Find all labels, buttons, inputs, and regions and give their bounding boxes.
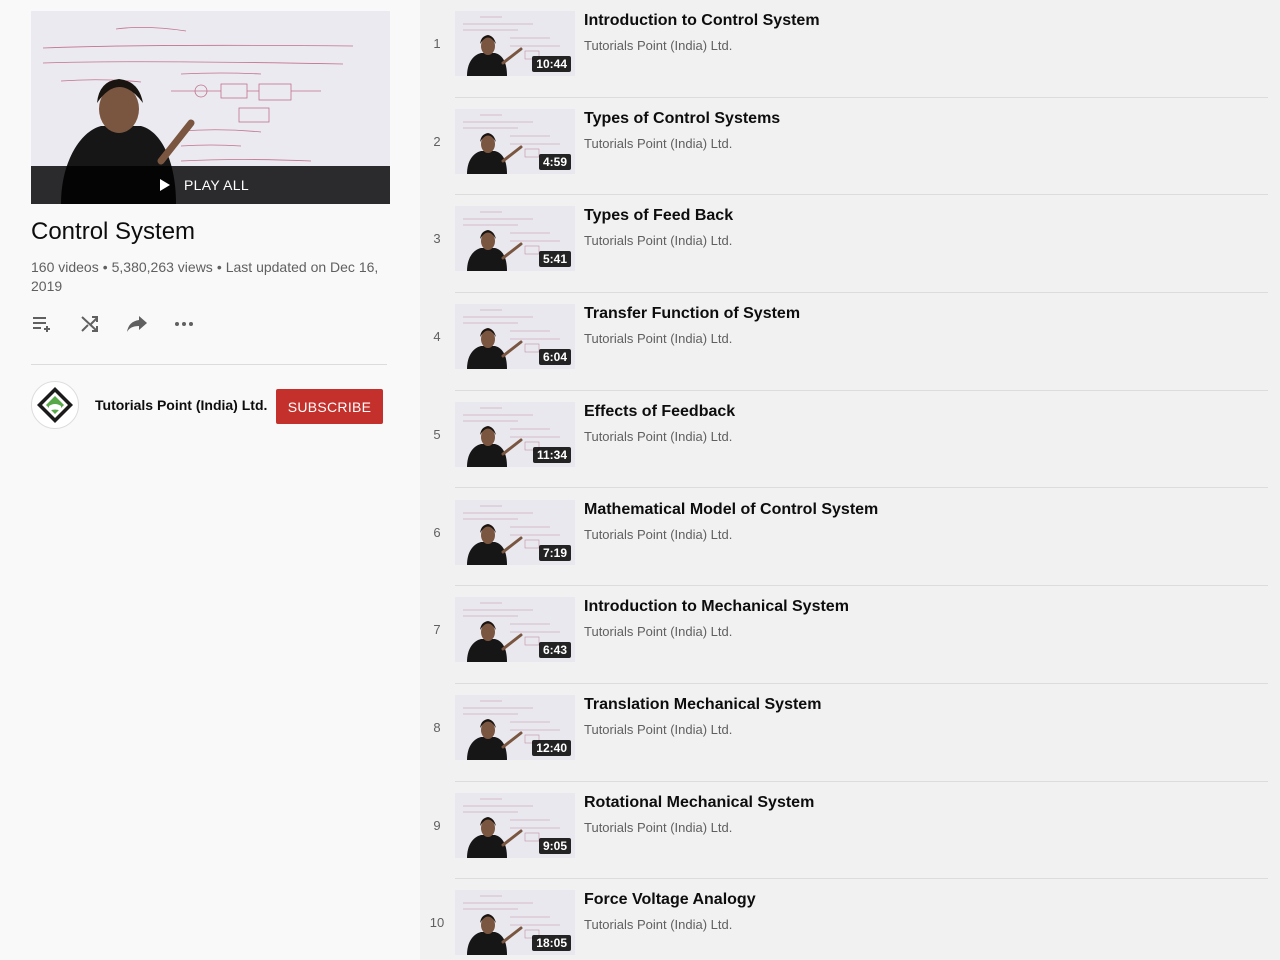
- video-index: 3: [433, 231, 441, 247]
- playlist-video-row[interactable]: 8 12:40 Translation Mechanical System Tu…: [420, 684, 1280, 782]
- playlist-video-row[interactable]: 6 7:19 Mathematical Model of Control Sys…: [420, 489, 1280, 587]
- video-index: 10: [429, 915, 445, 931]
- playlist-video-row[interactable]: 1 10:44 Introduction to Control System T…: [420, 0, 1280, 98]
- video-duration: 7:19: [538, 544, 571, 561]
- play-icon: [160, 179, 171, 191]
- video-index: 6: [433, 524, 441, 540]
- playlist-owner: Tutorials Point (India) Ltd. SUBSCRIBE: [31, 381, 387, 429]
- video-duration: 9:05: [538, 837, 571, 854]
- playlist-video-row[interactable]: 9 9:05 Rotational Mechanical System Tuto…: [420, 782, 1280, 880]
- video-index: 8: [433, 719, 441, 735]
- video-channel-name[interactable]: Tutorials Point (India) Ltd.: [584, 624, 732, 639]
- video-thumbnail[interactable]: 18:05: [455, 890, 575, 956]
- video-channel-name[interactable]: Tutorials Point (India) Ltd.: [584, 331, 732, 346]
- video-title[interactable]: Force Voltage Analogy: [584, 891, 756, 909]
- video-channel-name[interactable]: Tutorials Point (India) Ltd.: [584, 429, 732, 444]
- video-thumbnail[interactable]: 10:44: [455, 11, 575, 76]
- video-channel-name[interactable]: Tutorials Point (India) Ltd.: [584, 527, 732, 542]
- video-thumbnail[interactable]: 5:41: [455, 206, 575, 272]
- video-title[interactable]: Introduction to Control System: [584, 12, 820, 30]
- shuffle-icon[interactable]: [78, 312, 102, 336]
- video-duration: 12:40: [532, 739, 571, 756]
- playlist-sidebar: PLAY ALL Control System 160 videos • 5,380…: [0, 0, 420, 960]
- video-channel-name[interactable]: Tutorials Point (India) Ltd.: [584, 722, 732, 737]
- video-thumbnail[interactable]: 6:43: [455, 597, 575, 663]
- video-duration: 11:34: [532, 446, 571, 463]
- video-channel-name[interactable]: Tutorials Point (India) Ltd.: [584, 917, 732, 932]
- video-duration: 5:41: [538, 251, 571, 268]
- tutorialspoint-logo-icon: [37, 387, 73, 423]
- playlist-video-list: 1 10:44 Introduction to Control System T…: [420, 0, 1280, 960]
- playlist-actions: [31, 310, 219, 338]
- video-index: 5: [433, 426, 441, 442]
- more-icon[interactable]: [172, 312, 196, 336]
- video-index: 9: [433, 817, 441, 833]
- subscribe-button[interactable]: SUBSCRIBE: [276, 389, 383, 424]
- video-channel-name[interactable]: Tutorials Point (India) Ltd.: [584, 38, 732, 53]
- video-title[interactable]: Effects of Feedback: [584, 403, 735, 421]
- playlist-hero-thumbnail[interactable]: PLAY ALL: [31, 11, 390, 204]
- video-duration: 4:59: [538, 153, 571, 170]
- video-index: 7: [433, 622, 441, 638]
- video-thumbnail[interactable]: 11:34: [455, 401, 575, 467]
- video-duration: 6:43: [538, 642, 571, 659]
- video-title[interactable]: Types of Control Systems: [584, 110, 780, 128]
- video-duration: 10:44: [532, 56, 571, 72]
- video-thumbnail[interactable]: 7:19: [455, 499, 575, 565]
- video-title[interactable]: Rotational Mechanical System: [584, 794, 814, 812]
- play-all-button[interactable]: PLAY ALL: [31, 166, 390, 204]
- playlist-video-row[interactable]: 2 4:59 Types of Control Systems Tutorial…: [420, 98, 1280, 196]
- separator-dot: •: [216, 259, 222, 275]
- video-thumbnail[interactable]: 9:05: [455, 792, 575, 858]
- playlist-video-row[interactable]: 10 18:05 Force Voltage Analogy Tutorials…: [420, 879, 1280, 960]
- playlist-video-row[interactable]: 3 5:41 Types of Feed Back Tutorials Poin…: [420, 195, 1280, 294]
- playlist-title: Control System: [31, 218, 196, 245]
- channel-avatar[interactable]: [31, 381, 79, 429]
- video-title[interactable]: Types of Feed Back: [584, 207, 733, 225]
- add-to-queue-icon[interactable]: [31, 312, 55, 336]
- playlist-video-row[interactable]: 7 6:43 Introduction to Mechanical System…: [420, 586, 1280, 684]
- video-index: 2: [433, 133, 441, 149]
- video-index: 1: [433, 36, 441, 51]
- video-title[interactable]: Mathematical Model of Control System: [584, 501, 878, 519]
- video-thumbnail[interactable]: 6:04: [455, 304, 575, 370]
- video-thumbnail[interactable]: 12:40: [455, 694, 575, 760]
- video-title[interactable]: Transfer Function of System: [584, 305, 800, 323]
- video-thumbnail[interactable]: 4:59: [455, 108, 575, 174]
- video-title[interactable]: Introduction to Mechanical System: [584, 598, 849, 616]
- separator-dot: •: [102, 259, 108, 275]
- video-count: 160 videos: [31, 259, 99, 275]
- video-channel-name[interactable]: Tutorials Point (India) Ltd.: [584, 820, 732, 835]
- playlist-stats: 160 videos • 5,380,263 views • Last updated …: [31, 258, 396, 296]
- sidebar-divider: [31, 364, 387, 365]
- video-duration: 18:05: [532, 935, 571, 952]
- share-icon[interactable]: [125, 312, 149, 336]
- video-index: 4: [433, 329, 441, 345]
- video-channel-name[interactable]: Tutorials Point (India) Ltd.: [584, 233, 732, 248]
- playlist-video-row[interactable]: 4 6:04 Transfer Function of System Tutor…: [420, 293, 1280, 391]
- video-duration: 6:04: [538, 349, 571, 366]
- play-all-label: PLAY ALL: [184, 177, 249, 193]
- video-title[interactable]: Translation Mechanical System: [584, 696, 821, 714]
- playlist-video-row[interactable]: 5 11:34 Effects of Feedback Tutorials Po…: [420, 391, 1280, 489]
- video-channel-name[interactable]: Tutorials Point (India) Ltd.: [584, 136, 732, 151]
- view-count: 5,380,263 views: [111, 259, 213, 275]
- channel-name[interactable]: Tutorials Point (India) Ltd.: [95, 397, 267, 413]
